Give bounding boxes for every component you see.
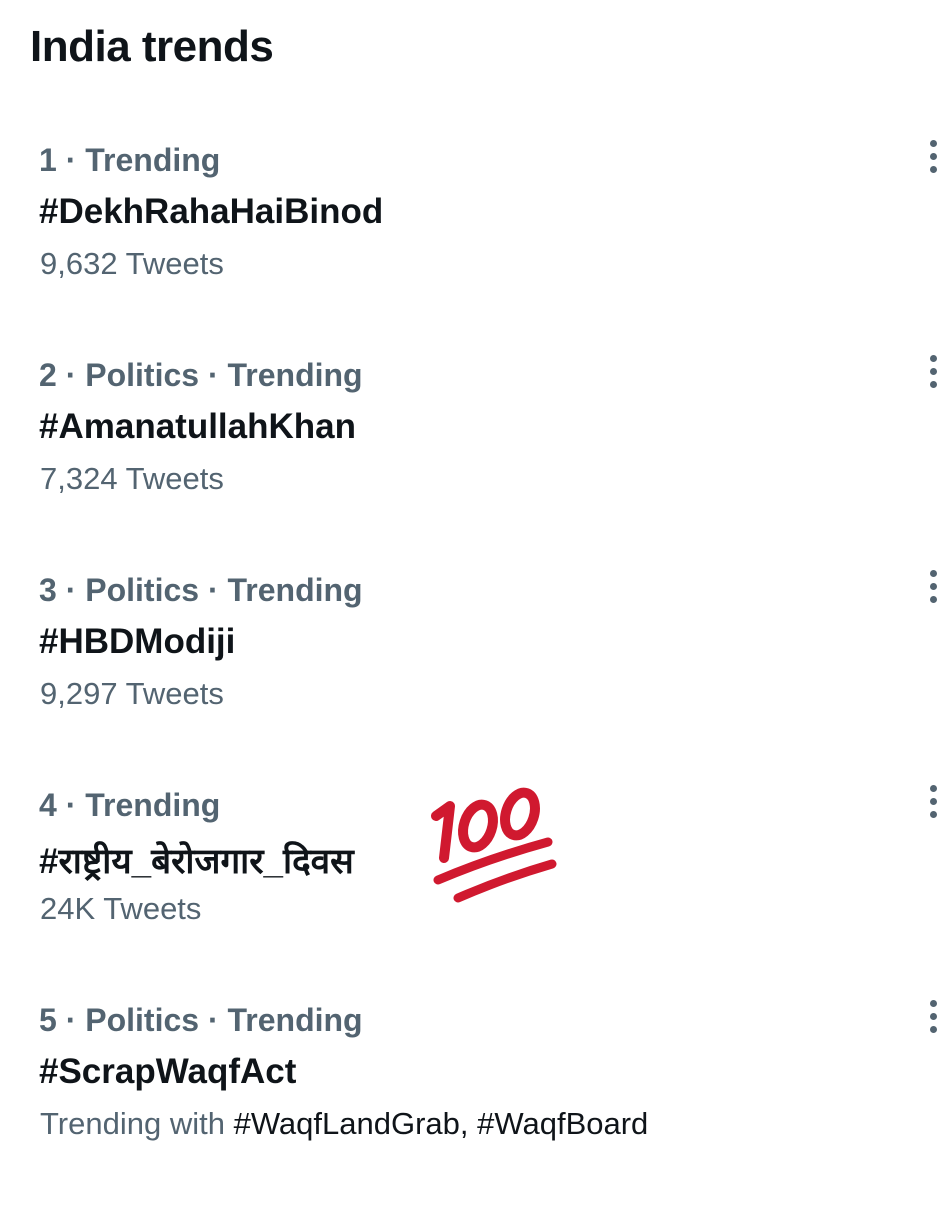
trending-with-tags[interactable]: #WaqfLandGrab, #WaqfBoard	[234, 1106, 649, 1141]
trend-hashtag[interactable]: #DekhRahaHaiBinod	[39, 192, 383, 232]
trend-meta: 1 · Trending	[39, 142, 221, 178]
more-vertical-icon[interactable]	[926, 568, 938, 608]
trending-with: Trending with #WaqfLandGrab, #WaqfBoard	[40, 1106, 648, 1142]
trend-hashtag[interactable]: #AmanatullahKhan	[39, 407, 356, 447]
trend-item[interactable]: 3 · Politics · Trending #HBDModiji 9,297…	[0, 570, 938, 786]
trend-meta: 4 · Trending	[39, 787, 221, 823]
trend-item[interactable]: 1 · Trending #DekhRahaHaiBinod 9,632 Twe…	[0, 140, 938, 356]
hundred-points-emoji-icon	[431, 787, 557, 903]
trend-meta: 3 · Politics · Trending	[39, 572, 363, 608]
trend-hashtag[interactable]: #राष्ट्रीय_बेरोजगार_दिवस	[39, 837, 354, 884]
trend-meta: 2 · Politics · Trending	[39, 357, 363, 393]
more-vertical-icon[interactable]	[926, 783, 938, 823]
trend-tweet-count: 7,324 Tweets	[40, 461, 224, 496]
trend-item[interactable]: 5 · Politics · Trending #ScrapWaqfAct Tr…	[0, 1000, 938, 1216]
trend-tweet-count: 9,632 Tweets	[40, 246, 224, 281]
trend-item[interactable]: 2 · Politics · Trending #AmanatullahKhan…	[0, 355, 938, 571]
trend-tweet-count: 9,297 Tweets	[40, 676, 224, 711]
trend-hashtag[interactable]: #HBDModiji	[39, 622, 235, 662]
more-vertical-icon[interactable]	[926, 353, 938, 393]
trend-meta: 5 · Politics · Trending	[39, 1002, 363, 1038]
trending-with-label: Trending with	[40, 1106, 225, 1141]
more-vertical-icon[interactable]	[926, 138, 938, 178]
trend-hashtag[interactable]: #ScrapWaqfAct	[39, 1052, 296, 1092]
page-title: India trends	[30, 22, 274, 71]
more-vertical-icon[interactable]	[926, 998, 938, 1038]
trend-tweet-count: 24K Tweets	[40, 891, 202, 926]
